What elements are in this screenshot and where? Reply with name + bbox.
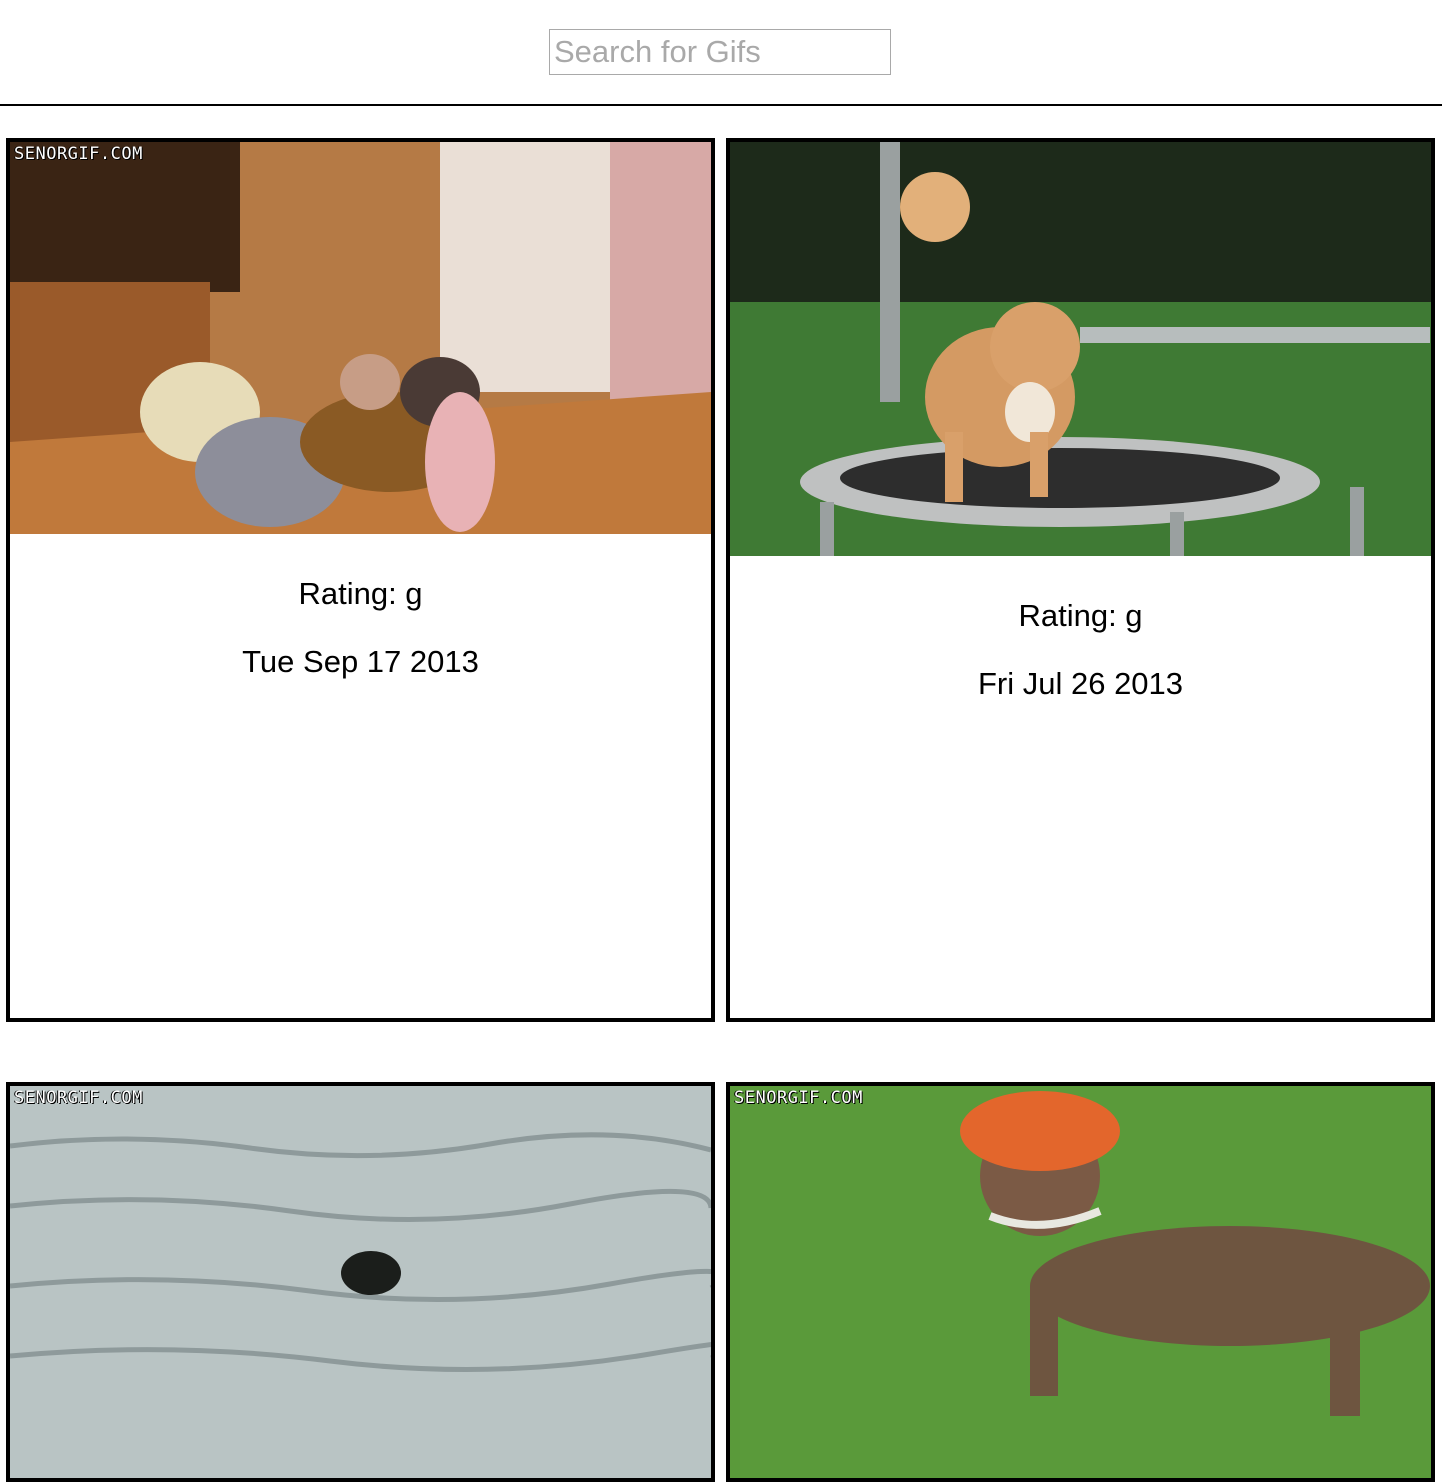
- header: [0, 0, 1442, 106]
- gif-image[interactable]: SENORGIF.COM: [10, 1086, 711, 1478]
- gif-card[interactable]: SENORGIF.COM: [726, 1082, 1435, 1482]
- gif-card[interactable]: Rating: g Fri Jul 26 2013: [726, 138, 1435, 1022]
- rating-label: Rating: g: [1018, 598, 1143, 633]
- date-label: Tue Sep 17 2013: [242, 644, 479, 679]
- date-label: Fri Jul 26 2013: [977, 666, 1184, 701]
- gif-meta: Rating: g Tue Sep 17 2013: [10, 576, 711, 680]
- watermark: SENORGIF.COM: [14, 144, 143, 164]
- gif-card[interactable]: SENORGIF.COM: [6, 1082, 715, 1482]
- watermark: SENORGIF.COM: [14, 1088, 143, 1108]
- rating-label: Rating: g: [298, 576, 423, 611]
- gif-image[interactable]: SENORGIF.COM: [730, 1086, 1431, 1478]
- gif-image[interactable]: SENORGIF.COM: [10, 142, 711, 534]
- search-input[interactable]: [549, 29, 891, 75]
- gif-image[interactable]: [730, 142, 1431, 556]
- gif-meta: Rating: g Fri Jul 26 2013: [730, 598, 1431, 702]
- gif-card[interactable]: SENORGIF.COM Rating: g Tue Sep 17 2013: [6, 138, 715, 1022]
- watermark: SENORGIF.COM: [734, 1088, 863, 1108]
